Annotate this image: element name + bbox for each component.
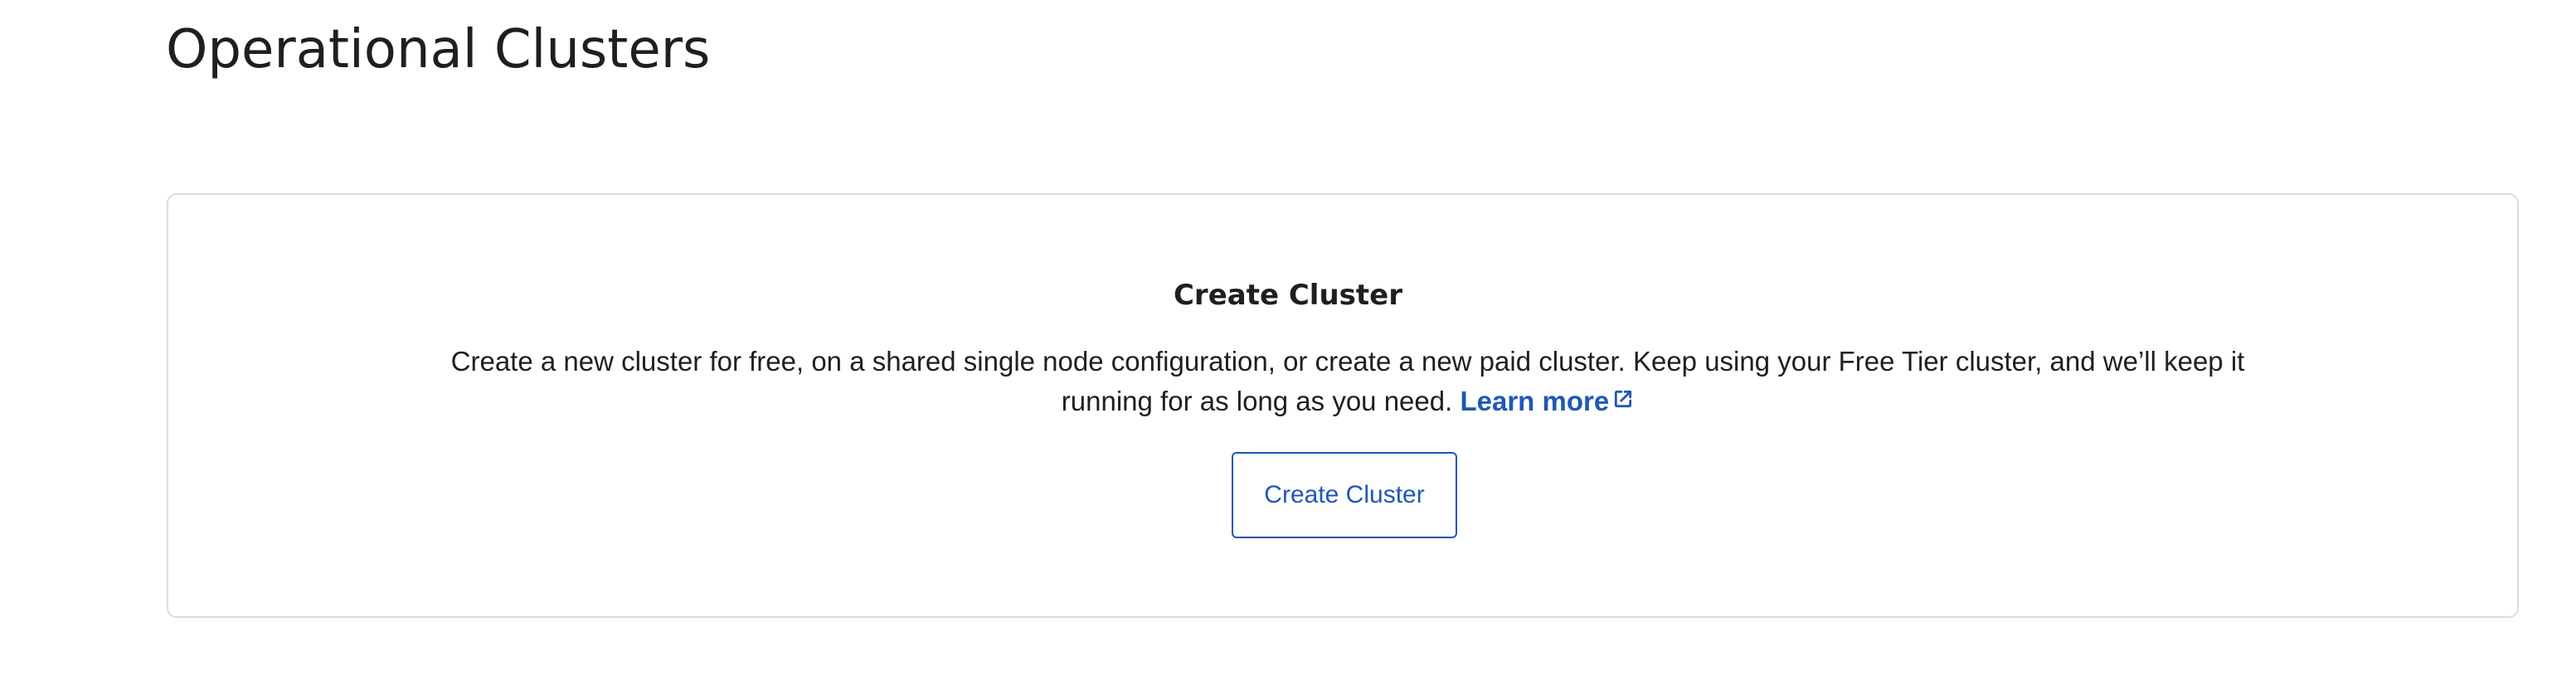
create-cluster-description: Create a new cluster for free, on a shar… [415,342,2281,423]
create-cluster-button[interactable]: Create Cluster [1232,452,1457,538]
page-title: Operational Clusters [166,19,711,80]
description-line-2-wrapper: running for as long as you need. Learn m… [415,382,2281,423]
learn-more-link[interactable]: Learn more [1460,386,1634,416]
create-cluster-heading: Create Cluster [1173,279,1402,312]
description-line-1: Create a new cluster for free, on a shar… [450,346,2245,377]
learn-more-label: Learn more [1460,386,1610,416]
description-line-2: running for as long as you need. [1061,386,1453,416]
external-link-icon [1612,381,1634,420]
